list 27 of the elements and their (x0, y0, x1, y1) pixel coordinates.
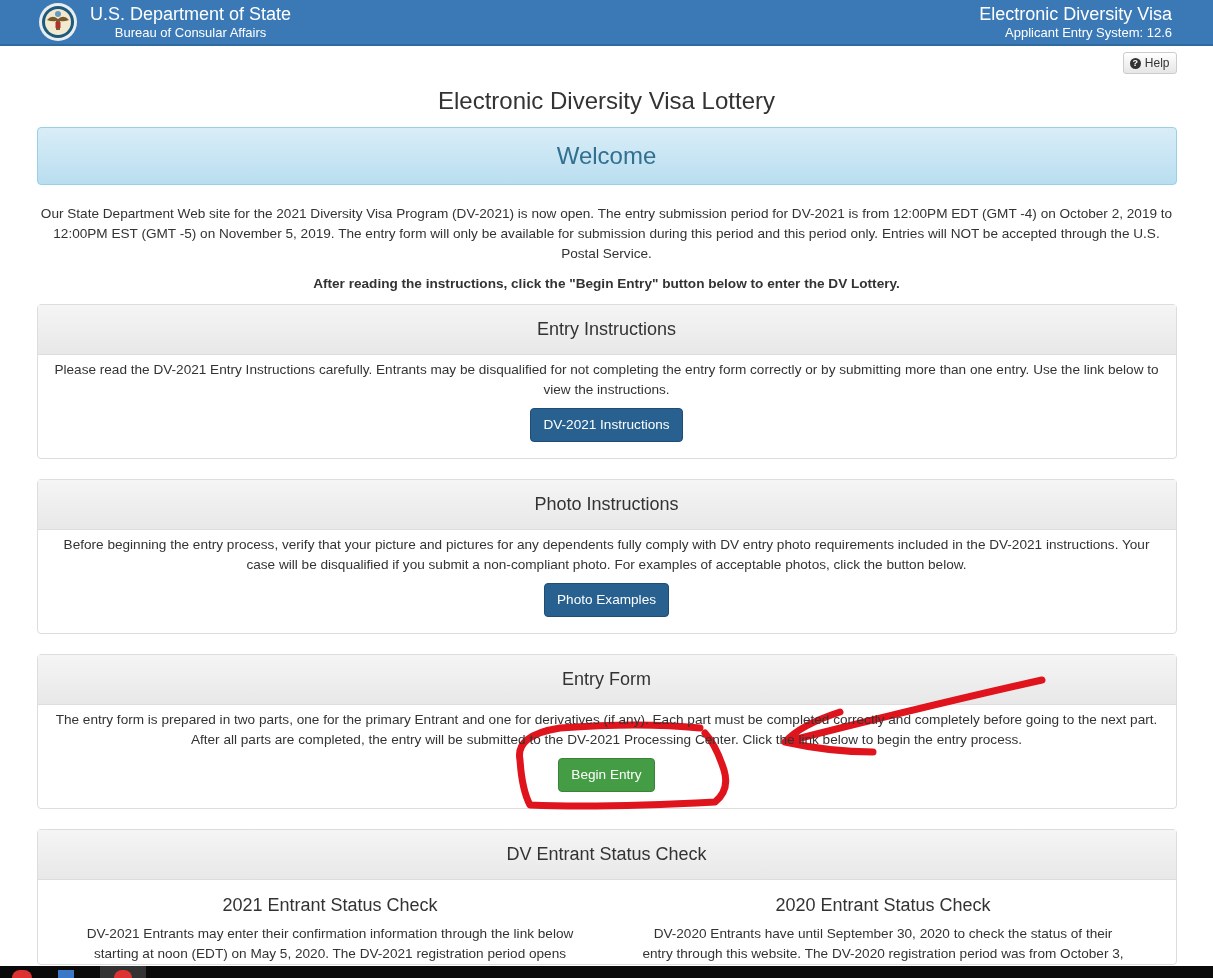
agency-name: U.S. Department of State (90, 5, 292, 23)
column-text: DV-2020 Entrants have until September 30, 2020 to check the status of their entry through this website. The DV-2020 registration period was from October 3, (641, 925, 1125, 963)
welcome-heading: Welcome (556, 141, 657, 171)
panel-button[interactable]: DV-2021 Instructions (530, 408, 683, 442)
panel-button[interactable]: Begin Entry (558, 758, 655, 792)
help-button[interactable]: ? Help (1122, 52, 1177, 74)
column-title: 2020 Entrant Status Check (775, 894, 991, 917)
panel-title: Entry Instructions (536, 318, 677, 341)
bureau-name: Bureau of Consular Affairs (114, 26, 267, 39)
app-icon (100, 966, 146, 978)
panel-text: Please read the DV-2021 Entry Instructions carefully. Entrants may be disqualified for not completing the entry form correctly or by submitting more than one entry. Use the link below to view the instructions. (53, 361, 1160, 399)
intro-text: Our State Department Web site for the 2021 Diversity Visa Program (DV-2021) is now open. The entry submission period for DV-2021 is from 12:00PM EDT (GMT -4) on October 2, 2019 to 12:00PM EST (GMT -5) on November 5, 2019. The entry form will only be available for submission during this period and this period only. Entries will NOT be accepted through the U.S. Postal Service. (39, 205, 1174, 263)
panel-button[interactable]: Photo Examples (544, 583, 669, 617)
help-icon: ? (1129, 57, 1141, 69)
system-name: Electronic Diversity Visa (979, 5, 1172, 23)
panel-title: Entry Form (562, 668, 651, 691)
seal-icon (38, 2, 78, 42)
app-icon (12, 970, 32, 978)
system-version: Applicant Entry System: 12.6 (1005, 26, 1172, 39)
panel-title: Photo Instructions (534, 493, 679, 516)
panel-text: Before beginning the entry process, verify that your picture and pictures for any dependents fully comply with DV entry photo requirements included in the DV-2021 instructions. Your case will be disqualified if you submit a non-compliant photo. For examples of acceptable photos, click the button below. (62, 536, 1151, 574)
column-title: 2021 Entrant Status Check (222, 894, 438, 917)
instruction-note: After reading the instructions, click the "Begin Entry" button below to enter the DV Lottery. (312, 275, 901, 293)
app-icon (58, 970, 74, 978)
column-text: DV-2021 Entrants may enter their confirmation information through the link below starting at noon (EDT) on May 5, 2020. The DV-2021 registration period opens (85, 925, 575, 963)
page-title: Electronic Diversity Visa Lottery (437, 86, 776, 116)
panel-title: DV Entrant Status Check (506, 843, 707, 866)
